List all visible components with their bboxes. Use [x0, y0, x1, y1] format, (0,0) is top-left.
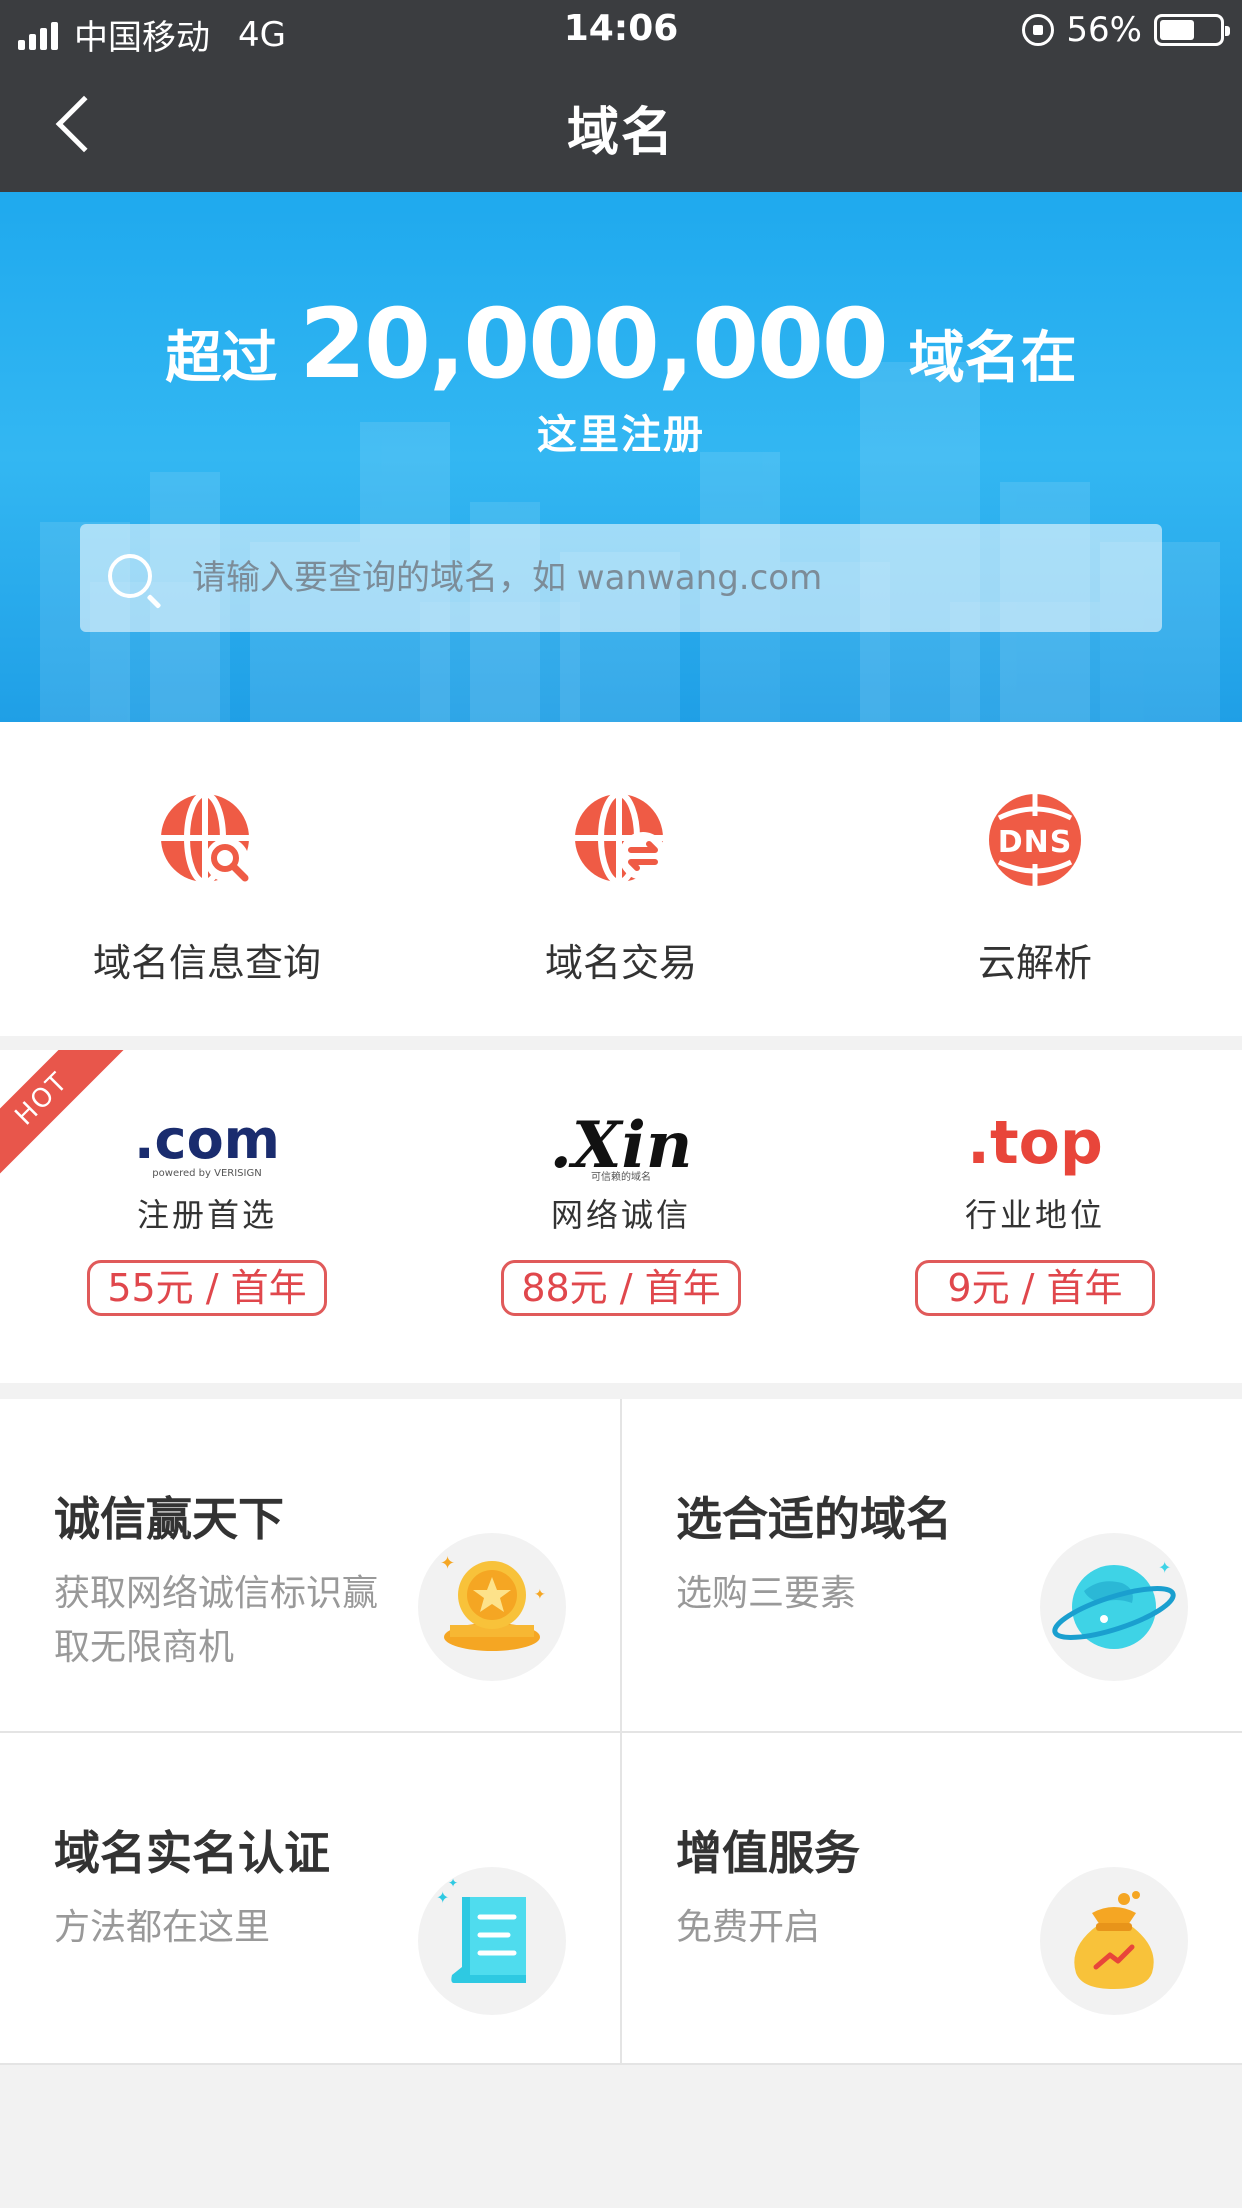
brand-sub-label: 可信赖的域名 — [591, 1172, 651, 1183]
feature-grid: 诚信赢天下 获取网络诚信标识赢取无限商机 ✦ ✦ 选合适的域名 选购三要素 ✦ — [0, 1399, 1242, 2065]
feature-description: 选购三要素 — [676, 1573, 857, 1614]
feature-real-name-verify[interactable]: 域名实名认证 方法都在这里 ✦ ✦ — [0, 1733, 620, 2065]
promo-xin[interactable]: .Xin 可信赖的域名 网络诚信 88元 / 首年 — [414, 1050, 828, 1383]
price-badge: 9元 / 首年 — [915, 1260, 1155, 1316]
feature-title: 诚信赢天下 — [54, 1492, 284, 1546]
service-label: 域名交易 — [544, 941, 697, 985]
banner-headline: 超过 20,000,000 域名在 — [0, 288, 1242, 400]
promo-com[interactable]: HOT .com powered by VERISIGN 注册首选 55元 / … — [0, 1050, 414, 1383]
feature-title: 域名实名认证 — [54, 1826, 330, 1880]
service-domain-trade[interactable]: 域名交易 — [414, 722, 828, 1036]
domain-promotions: HOT .com powered by VERISIGN 注册首选 55元 / … — [0, 1050, 1242, 1383]
service-cloud-dns[interactable]: DNS 云解析 — [828, 722, 1242, 1036]
brand-com-logo: .com — [134, 1108, 280, 1171]
service-label: 域名信息查询 — [92, 941, 321, 985]
domain-search-input[interactable] — [190, 557, 1090, 599]
planet-icon: ✦ — [1040, 1533, 1188, 1681]
status-right: 56% — [1022, 10, 1230, 50]
headline-prefix: 超过 — [165, 326, 278, 391]
svg-text:✦: ✦ — [440, 1553, 455, 1574]
svg-text:✦: ✦ — [436, 1888, 449, 1907]
brand-top-logo: .top — [967, 1108, 1103, 1178]
brand-sub-label: powered by VERISIGN — [152, 1168, 262, 1179]
service-shortcuts: 域名信息查询 域名交易 DNS 云解析 — [0, 722, 1242, 1036]
svg-text:DNS: DNS — [998, 825, 1073, 860]
dns-globe-icon: DNS — [989, 794, 1081, 886]
price-badge: 55元 / 首年 — [87, 1260, 327, 1316]
domain-search-box[interactable] — [80, 524, 1162, 632]
rotation-lock-icon — [1022, 14, 1055, 46]
status-bar: 中国移动 4G 14:06 56% — [0, 0, 1242, 60]
svg-text:✦: ✦ — [448, 1876, 458, 1890]
svg-text:✦: ✦ — [1158, 1558, 1171, 1577]
feature-title: 选合适的域名 — [676, 1492, 952, 1546]
money-bag-icon — [1040, 1867, 1188, 2015]
globe-search-icon — [161, 791, 249, 885]
headline-suffix: 域名在 — [908, 326, 1077, 391]
feature-value-added[interactable]: 增值服务 免费开启 — [622, 1733, 1242, 2065]
feature-credibility[interactable]: 诚信赢天下 获取网络诚信标识赢取无限商机 ✦ ✦ — [0, 1399, 620, 1731]
gold-coin-icon: ✦ ✦ — [418, 1533, 566, 1681]
feature-description: 获取网络诚信标识赢取无限商机 — [54, 1573, 379, 1668]
battery-percent: 56% — [1066, 10, 1142, 50]
svg-text:✦: ✦ — [534, 1587, 546, 1603]
banner-subheadline: 这里注册 — [537, 412, 705, 458]
feature-description: 方法都在这里 — [54, 1907, 271, 1948]
feature-description: 免费开启 — [676, 1907, 821, 1948]
promo-tagline: 注册首选 — [136, 1196, 277, 1234]
nav-bar: 域名 — [0, 60, 1242, 192]
promo-tagline: 行业地位 — [964, 1196, 1105, 1234]
feature-choose-domain[interactable]: 选合适的域名 选购三要素 ✦ — [622, 1399, 1242, 1731]
promo-top[interactable]: .top 行业地位 9元 / 首年 — [828, 1050, 1242, 1383]
battery-icon — [1154, 14, 1230, 46]
price-badge: 88元 / 首年 — [501, 1260, 741, 1316]
page-title: 域名 — [566, 103, 675, 163]
globe-exchange-icon — [575, 791, 667, 885]
document-scroll-icon: ✦ ✦ — [418, 1867, 566, 2015]
promo-tagline: 网络诚信 — [550, 1196, 691, 1234]
headline-count: 20,000,000 — [299, 288, 888, 400]
service-domain-info-query[interactable]: 域名信息查询 — [0, 722, 414, 1036]
hero-banner: 超过 20,000,000 域名在 这里注册 — [0, 192, 1242, 722]
feature-title: 增值服务 — [676, 1826, 860, 1880]
search-icon — [108, 554, 152, 598]
service-label: 云解析 — [977, 941, 1092, 985]
